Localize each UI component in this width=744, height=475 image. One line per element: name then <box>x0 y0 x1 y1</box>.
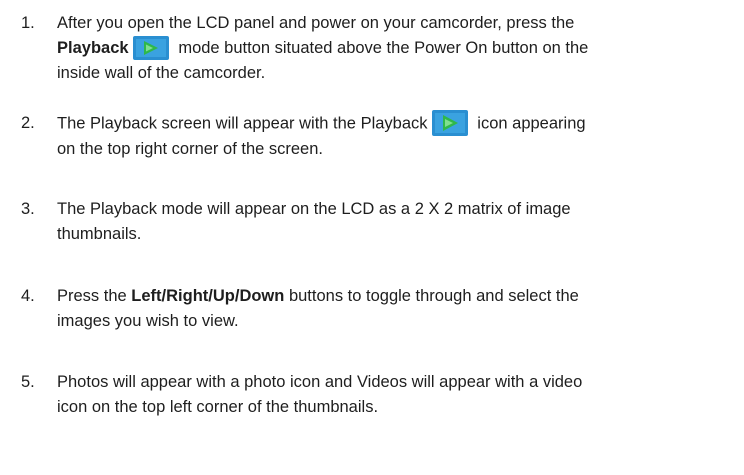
instruction-text-segment: Press the <box>57 287 127 305</box>
bold-term: Left/Right/Up/Down <box>131 287 285 305</box>
instruction-number: 5. <box>21 373 35 391</box>
instruction-number: 3. <box>21 200 35 218</box>
instruction-number: 4. <box>21 287 35 305</box>
instruction-text-segment: buttons to toggle through and select the <box>288 287 579 305</box>
instruction-text-segment: The Playback screen will appear with the… <box>57 114 428 133</box>
playback-icon <box>133 35 170 60</box>
playback-icon <box>432 110 469 136</box>
instruction-number: 1. <box>21 14 35 32</box>
bold-term: Playback <box>57 39 129 57</box>
instruction-line: Press the Left/Right/Up/Down buttons to … <box>57 284 741 309</box>
instruction-line: thumbnails. <box>57 225 142 243</box>
instruction-text: Photos will appear with a photo icon and… <box>57 370 741 420</box>
instruction-line: After you open the LCD panel and power o… <box>57 14 575 32</box>
instruction-line: Playback mode button situated above the … <box>57 35 741 61</box>
instruction-line: images you wish to view. <box>57 312 239 330</box>
instruction-line: The Playback screen will appear with the… <box>57 110 741 137</box>
instruction-line: Photos will appear with a photo icon and… <box>57 373 583 391</box>
instruction-text: Press the Left/Right/Up/Down buttons to … <box>57 284 741 334</box>
instruction-line: inside wall of the camcorder. <box>57 64 266 82</box>
instruction-text-segment: icon appearing <box>477 114 586 133</box>
instruction-text: The Playback mode will appear on the LCD… <box>57 197 741 247</box>
instruction-line: on the top right corner of the screen. <box>57 140 323 158</box>
instruction-text: The Playback screen will appear with the… <box>57 110 741 162</box>
instruction-number: 2. <box>21 114 35 132</box>
instruction-text: After you open the LCD panel and power o… <box>57 11 741 86</box>
instruction-line: icon on the top left corner of the thumb… <box>57 398 379 416</box>
instruction-line: The Playback mode will appear on the LCD… <box>57 200 571 218</box>
instruction-text-segment: mode button situated above the Power On … <box>178 39 589 57</box>
